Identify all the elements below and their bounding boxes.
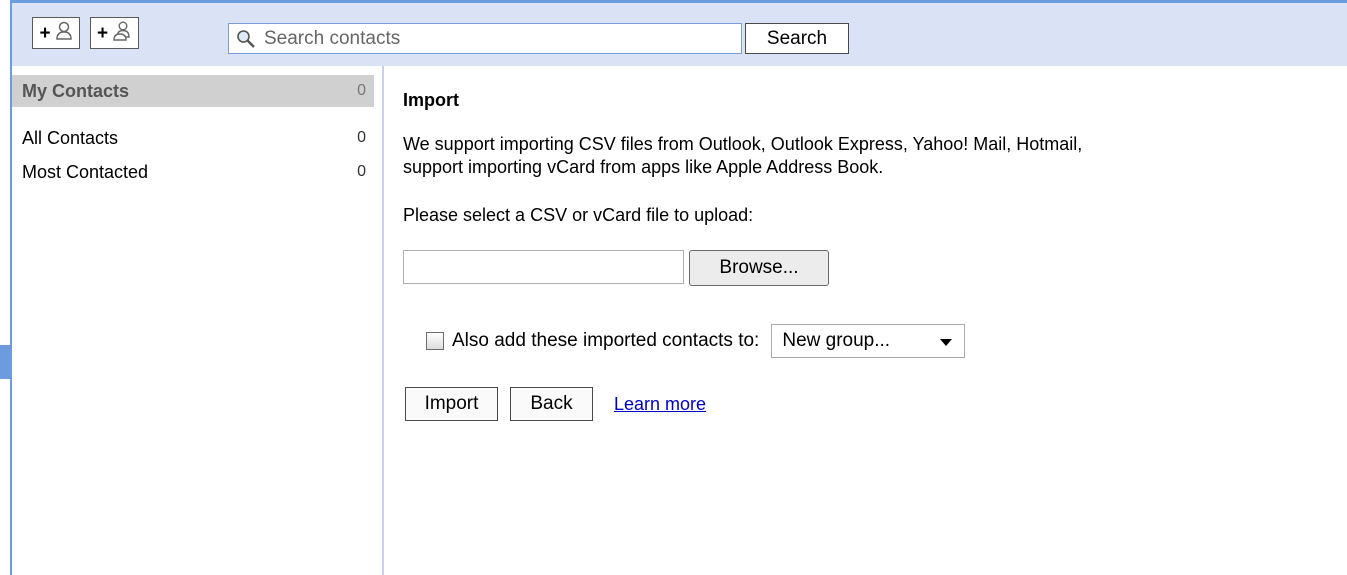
sidebar-item-my-contacts[interactable]: My Contacts 0 (12, 75, 374, 107)
import-description: We support importing CSV files from Outl… (403, 133, 1347, 179)
sidebar-item-count: 0 (357, 129, 366, 146)
group-icon (112, 21, 132, 46)
add-group-button[interactable]: + (90, 17, 139, 49)
learn-more-link[interactable]: Learn more (614, 394, 706, 415)
group-select-value: New group... (782, 330, 891, 351)
search-icon (236, 29, 260, 49)
frame-side-tab (0, 345, 10, 379)
description-line: support importing vCard from apps like A… (403, 157, 884, 177)
search-input[interactable] (260, 25, 741, 52)
plus-icon: + (39, 22, 51, 44)
search-box[interactable] (228, 23, 742, 54)
person-icon (55, 21, 73, 46)
file-select-prompt: Please select a CSV or vCard file to upl… (403, 205, 754, 225)
import-panel: Import We support importing CSV files fr… (403, 66, 1347, 575)
sidebar: My Contacts 0 All Contacts 0 Most Contac… (12, 66, 384, 575)
toolbar: + + Search contacts Search (12, 3, 1347, 66)
add-to-group-checkbox[interactable] (426, 332, 444, 350)
import-button[interactable]: Import (405, 387, 498, 421)
search-button[interactable]: Search (745, 23, 849, 54)
sidebar-item-all-contacts[interactable]: All Contacts 0 (12, 122, 374, 154)
contacts-app: + + Search contacts Search My Contacts 0… (12, 3, 1347, 575)
description-line: We support importing CSV files from Outl… (403, 134, 1083, 154)
page-title: Import (403, 90, 459, 110)
sidebar-item-count: 0 (357, 82, 366, 99)
sidebar-item-label: My Contacts (22, 80, 130, 101)
add-to-group-label: Also add these imported contacts to: (452, 330, 760, 351)
add-to-group-row: Also add these imported contacts to: New… (426, 324, 966, 358)
back-button[interactable]: Back (510, 387, 593, 421)
add-contact-button[interactable]: + (32, 17, 80, 49)
sidebar-item-most-contacted[interactable]: Most Contacted 0 (12, 156, 374, 188)
sidebar-item-label: All Contacts (22, 127, 119, 148)
sidebar-item-count: 0 (357, 163, 366, 180)
plus-icon: + (96, 22, 109, 44)
sidebar-item-label: Most Contacted (22, 161, 149, 182)
chevron-down-icon (940, 339, 953, 346)
file-path-field[interactable] (403, 250, 684, 284)
group-select[interactable]: New group... (771, 324, 966, 358)
browse-button[interactable]: Browse... (689, 250, 829, 286)
